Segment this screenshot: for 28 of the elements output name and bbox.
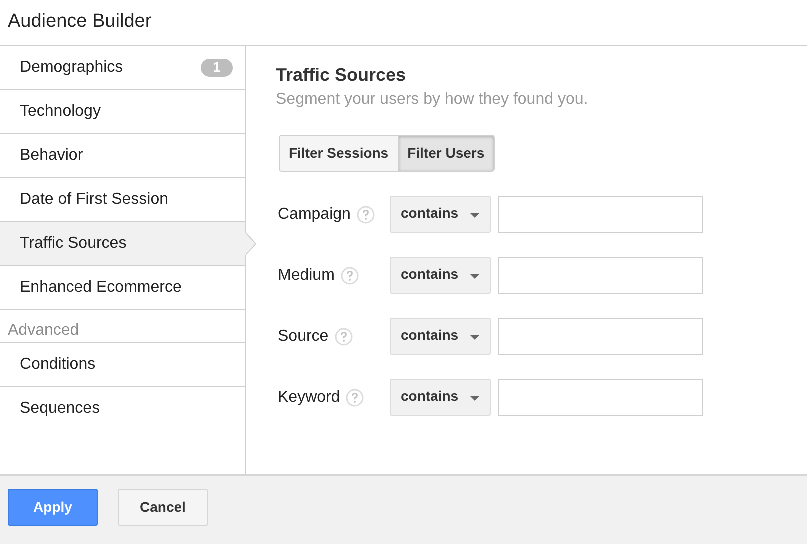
section-heading: Advanced — [8, 321, 80, 341]
operator-dropdown[interactable]: contains — [390, 318, 491, 355]
operator-dropdown[interactable]: contains — [390, 257, 491, 294]
field-label: Keyword — [278, 388, 340, 408]
operator-dropdown[interactable]: contains — [390, 196, 491, 233]
help-icon[interactable] — [340, 266, 359, 284]
field-label: Medium — [278, 266, 335, 286]
input-field[interactable] — [498, 379, 703, 416]
help-icon[interactable] — [334, 328, 353, 346]
input-field[interactable] — [498, 318, 703, 355]
panel-subtitle: Segment your users by how they found you. — [276, 90, 590, 110]
toggle-button[interactable]: Filter Users — [398, 135, 495, 172]
caret-icon — [470, 212, 480, 218]
field-label: Source — [278, 326, 329, 346]
caret-icon — [470, 334, 480, 340]
panel-title: Traffic Sources — [276, 64, 408, 86]
help-icon[interactable] — [356, 206, 375, 224]
toggle-button[interactable]: Filter Sessions — [279, 135, 399, 172]
count-badge: 1 — [201, 58, 233, 76]
field-label: Campaign — [278, 204, 351, 224]
operator-dropdown[interactable]: contains — [390, 379, 491, 416]
input-field[interactable] — [498, 196, 703, 233]
window-title: Audience Builder — [8, 10, 152, 34]
caret-icon — [470, 274, 480, 278]
help-icon[interactable] — [346, 388, 364, 406]
cancel-button[interactable]: Cancel — [118, 489, 208, 526]
input-field[interactable] — [498, 257, 703, 294]
caret-icon — [470, 396, 480, 400]
